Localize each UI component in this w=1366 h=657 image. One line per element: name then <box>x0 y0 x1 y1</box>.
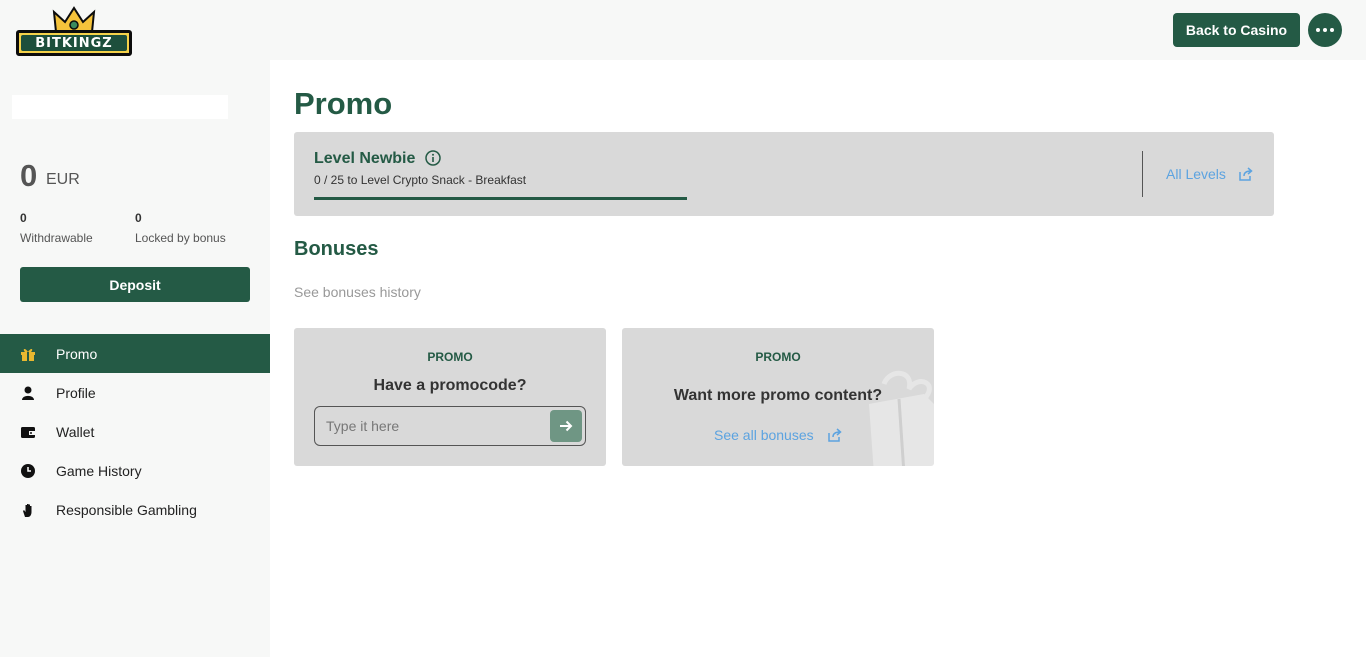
page-title: Promo <box>294 86 393 121</box>
promocode-input[interactable] <box>315 407 545 445</box>
hand-icon <box>20 502 36 518</box>
wallet-icon <box>20 424 36 440</box>
sidebar-item-label: Promo <box>56 345 98 362</box>
dot-icon <box>1330 28 1334 32</box>
logo-badge: BITKINGZ <box>16 30 132 56</box>
dot-icon <box>1316 28 1320 32</box>
locked-label: Locked by bonus <box>135 231 226 245</box>
promocode-field <box>314 406 586 446</box>
sidebar-item-responsible-gambling[interactable]: Responsible Gambling <box>0 490 270 529</box>
top-header: BITKINGZ Back to Casino <box>0 0 1366 60</box>
info-icon[interactable] <box>425 150 441 166</box>
logo-text: BITKINGZ <box>35 35 113 51</box>
sidebar-item-game-history[interactable]: Game History <box>0 451 270 490</box>
sidebar-item-label: Profile <box>56 384 96 401</box>
withdrawable-value: 0 <box>20 211 27 225</box>
arrow-right-icon <box>560 420 573 432</box>
gift-box-decoration <box>869 370 934 466</box>
all-levels-link[interactable]: All Levels <box>1166 166 1226 182</box>
dot-icon <box>1323 28 1327 32</box>
sidebar-item-profile[interactable]: Profile <box>0 373 270 412</box>
promocode-submit-button[interactable] <box>550 410 582 442</box>
balance-currency: EUR <box>46 171 80 188</box>
clock-icon <box>20 463 36 479</box>
see-all-bonuses-link[interactable]: See all bonuses <box>714 427 814 443</box>
level-title: Level Newbie <box>314 150 416 167</box>
bitkingz-logo[interactable]: BITKINGZ <box>16 6 132 56</box>
sidebar-item-promo[interactable]: Promo <box>0 334 270 373</box>
back-to-casino-button[interactable]: Back to Casino <box>1173 13 1300 47</box>
external-link-icon[interactable] <box>828 428 842 442</box>
balance-amount: 0 <box>20 158 38 193</box>
user-icon <box>20 385 36 401</box>
promo-tag: PROMO <box>755 350 801 364</box>
promo-heading: Want more promo content? <box>673 387 883 404</box>
promo-heading: Have a promocode? <box>373 377 527 394</box>
promocode-card: PROMO Have a promocode? <box>294 328 606 466</box>
sidebar-item-label: Wallet <box>56 423 95 440</box>
withdrawable-label: Withdrawable <box>20 231 93 245</box>
sidebar-blank-field <box>12 95 228 119</box>
level-progress-text: 0 / 25 to Level Crypto Snack - Breakfast <box>314 173 527 187</box>
gift-icon <box>20 346 36 362</box>
bonuses-title: Bonuses <box>294 238 379 260</box>
divider <box>1142 151 1143 197</box>
promo-content-card: PROMO Want more promo content? See all b… <box>622 328 934 466</box>
sidebar-item-wallet[interactable]: Wallet <box>0 412 270 451</box>
level-progress-bar <box>314 197 687 200</box>
sidebar-item-label: Game History <box>56 462 142 479</box>
more-options-button[interactable] <box>1308 13 1342 47</box>
sidebar-nav: Promo Profile Wallet Game History Respon… <box>0 334 270 529</box>
sidebar: 0 EUR 0 Withdrawable 0 Locked by bonus D… <box>0 60 270 657</box>
level-card: Level Newbie 0 / 25 to Level Crypto Snac… <box>294 132 1274 216</box>
locked-value: 0 <box>135 211 142 225</box>
deposit-button[interactable]: Deposit <box>20 267 250 302</box>
bonuses-history-link[interactable]: See bonuses history <box>294 284 421 300</box>
promo-tag: PROMO <box>427 350 473 364</box>
sidebar-item-label: Responsible Gambling <box>56 501 197 518</box>
external-link-icon[interactable] <box>1239 167 1253 181</box>
